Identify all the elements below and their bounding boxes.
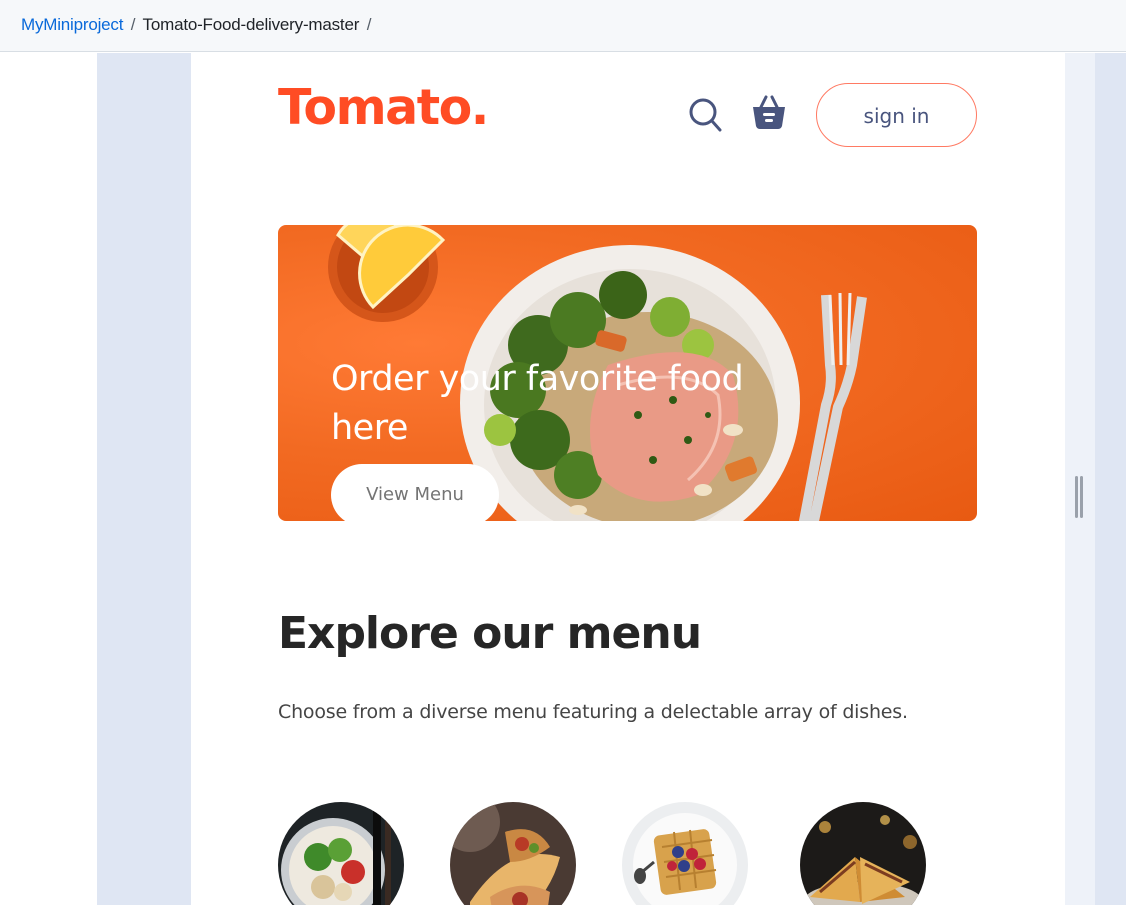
breadcrumb: MyMiniproject / Tomato-Food-delivery-mas… <box>21 15 374 35</box>
preview-frame-left <box>97 53 191 905</box>
preview-frame-right <box>1095 53 1126 905</box>
sign-in-button[interactable]: sign in <box>816 83 977 147</box>
explore-menu-description: Choose from a diverse menu featuring a d… <box>278 701 908 723</box>
resize-handle[interactable] <box>1073 476 1085 518</box>
basket-icon[interactable] <box>751 93 787 131</box>
menu-item-sandwich[interactable] <box>800 802 926 905</box>
search-icon[interactable] <box>688 95 724 135</box>
menu-item-salad[interactable] <box>278 802 404 905</box>
breadcrumb-repo-name: Tomato-Food-delivery-master <box>142 15 360 34</box>
breadcrumb-separator: / <box>130 15 136 34</box>
salad-bowl-image <box>278 802 404 905</box>
rolls-image <box>450 802 576 905</box>
breadcrumb-repo-owner-link[interactable]: MyMiniproject <box>21 15 123 34</box>
breadcrumb-trailing-separator: / <box>366 15 372 34</box>
site-logo[interactable]: Tomato. <box>278 79 489 136</box>
breadcrumb-bar: MyMiniproject / Tomato-Food-delivery-mas… <box>0 0 1126 52</box>
sandwich-image <box>800 802 926 905</box>
hero-banner: Order your favorite food here View Menu <box>278 225 977 521</box>
app-page: Tomato. sign in Order your favorite food… <box>191 53 1065 905</box>
hero-title: Order your favorite food here <box>331 359 744 448</box>
explore-menu-title: Explore our menu <box>278 608 702 659</box>
view-menu-button[interactable]: View Menu <box>331 464 499 521</box>
waffle-dessert-image <box>622 802 748 905</box>
menu-item-rolls[interactable] <box>450 802 576 905</box>
menu-item-dessert[interactable] <box>622 802 748 905</box>
